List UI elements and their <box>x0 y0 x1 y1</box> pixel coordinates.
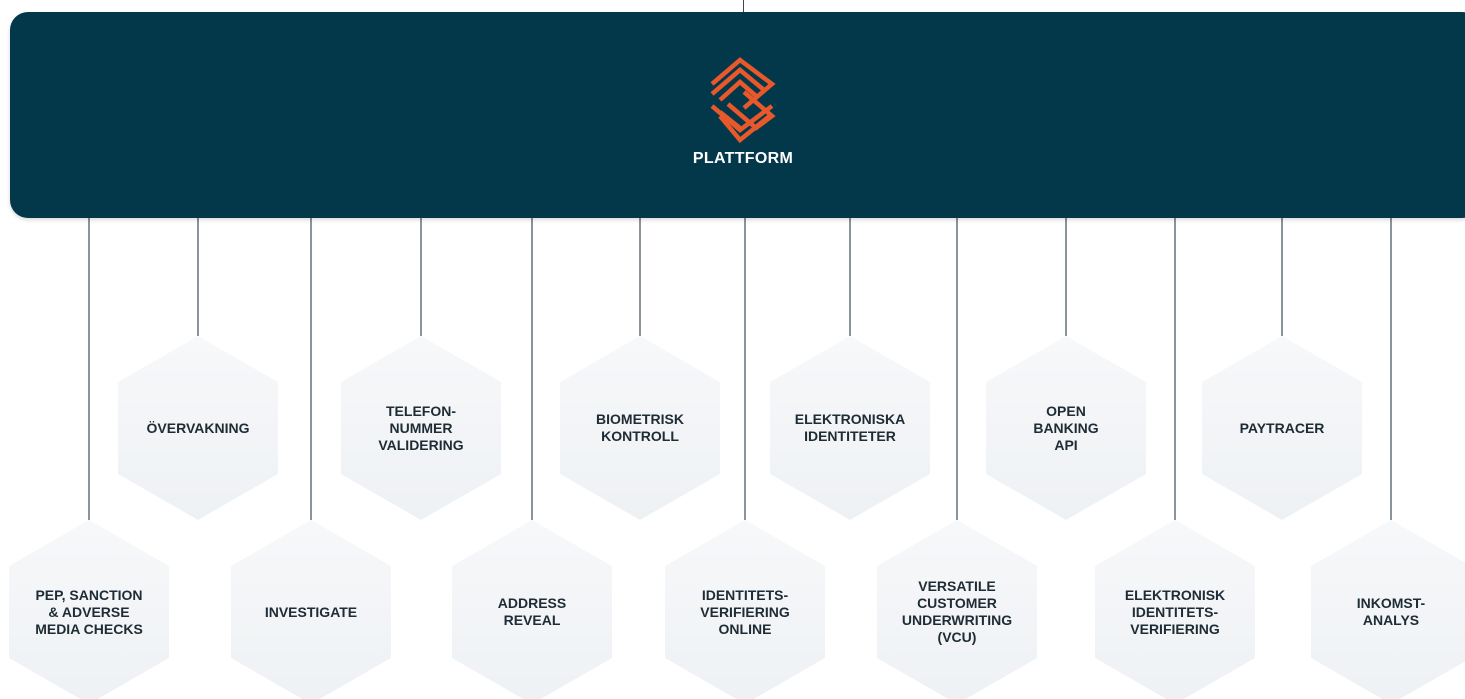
module-hexagon-vcu: VERSATILE CUSTOMER UNDERWRITING (VCU) <box>877 520 1037 699</box>
top-connector-tick <box>743 0 744 12</box>
module-label: INVESTIGATE <box>264 603 358 620</box>
module-hexagon-investigate: INVESTIGATE <box>231 520 391 699</box>
module-label: ELEKTRONISK IDENTITETS- VERIFIERING <box>1124 586 1226 637</box>
module-hexagon-overvakning: ÖVERVAKNING <box>118 336 278 520</box>
module-label: ELEKTRONISKA IDENTITETER <box>794 411 906 444</box>
module-label: INKOMST- ANALYS <box>1356 595 1426 628</box>
module-hexagon-pep: PEP, SANCTION & ADVERSE MEDIA CHECKS <box>9 520 169 699</box>
layered-stripes-logo-icon <box>710 57 776 144</box>
module-hexagon-elektroniska: ELEKTRONISKA IDENTITETER <box>770 336 930 520</box>
module-hexagon-open-banking: OPEN BANKING API <box>986 336 1146 520</box>
module-label: ADDRESS REVEAL <box>497 595 567 628</box>
module-label: PEP, SANCTION & ADVERSE MEDIA CHECKS <box>35 586 143 637</box>
module-label: PAYTRACER <box>1239 419 1325 436</box>
platform-diagram: PLATTFORM PEP, SANCTION & ADVERSE MEDIA … <box>0 0 1465 699</box>
module-label: OPEN BANKING API <box>1033 402 1099 453</box>
module-hexagon-address-reveal: ADDRESS REVEAL <box>452 520 612 699</box>
module-hexagon-biometrisk: BIOMETRISK KONTROLL <box>560 336 720 520</box>
platform-title: PLATTFORM <box>692 150 794 167</box>
module-hexagon-paytracer: PAYTRACER <box>1202 336 1362 520</box>
module-hexagon-telefonnummer: TELEFON- NUMMER VALIDERING <box>341 336 501 520</box>
module-label: IDENTITETS- VERIFIERING ONLINE <box>700 586 790 637</box>
module-hexagon-elektronisk-id: ELEKTRONISK IDENTITETS- VERIFIERING <box>1095 520 1255 699</box>
module-label: ÖVERVAKNING <box>146 419 250 436</box>
module-hexagon-inkomstanalys: INKOMST- ANALYS <box>1311 520 1465 699</box>
module-label: BIOMETRISK KONTROLL <box>596 411 684 444</box>
module-label: VERSATILE CUSTOMER UNDERWRITING (VCU) <box>901 578 1013 645</box>
module-label: TELEFON- NUMMER VALIDERING <box>378 402 464 453</box>
module-hexagon-identitetsverifiering: IDENTITETS- VERIFIERING ONLINE <box>665 520 825 699</box>
